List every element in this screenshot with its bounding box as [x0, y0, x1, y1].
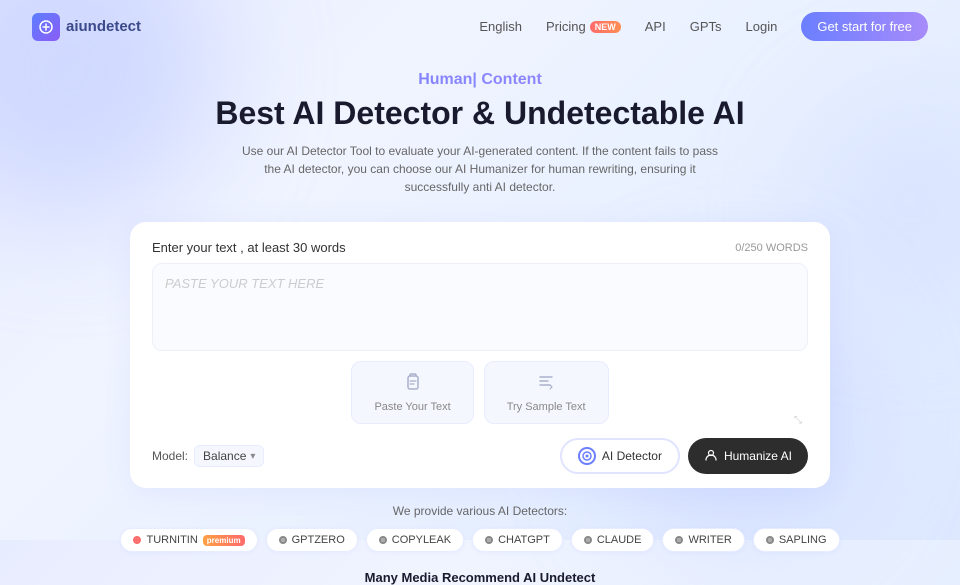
detectors-list: TURNITIN premium GPTZERO COPYLEAK CHATGP…	[20, 528, 940, 552]
copyleak-label: COPYLEAK	[392, 534, 451, 546]
word-count: 0/250 WORDS	[735, 242, 808, 254]
nav-pricing[interactable]: Pricing NEW	[546, 19, 621, 34]
claude-label: CLAUDE	[597, 534, 642, 546]
paste-text-label: Paste Your Text	[374, 401, 450, 413]
pricing-badge: NEW	[590, 21, 621, 33]
editor-card: Enter your text , at least 30 words 0/25…	[130, 222, 830, 488]
detectors-section: We provide various AI Detectors: TURNITI…	[0, 488, 960, 562]
nav-api[interactable]: API	[645, 19, 666, 34]
logo[interactable]: aiundetect	[32, 13, 141, 41]
logo-text: aiundetect	[66, 18, 141, 35]
action-buttons: AI Detector Humanize AI	[560, 438, 808, 474]
ai-detector-label: AI Detector	[602, 449, 662, 463]
detectors-title: We provide various AI Detectors:	[20, 504, 940, 518]
model-value: Balance	[203, 449, 246, 463]
detector-chip-chatgpt[interactable]: CHATGPT	[472, 528, 563, 552]
resize-handle: ⤡	[794, 415, 802, 426]
footer-promo: Many Media Recommend AI Undetect	[0, 562, 960, 585]
chatgpt-label: CHATGPT	[498, 534, 550, 546]
editor-label: Enter your text , at least 30 words	[152, 240, 346, 255]
card-header: Enter your text , at least 30 words 0/25…	[152, 240, 808, 255]
turnitin-label: TURNITIN	[146, 534, 197, 546]
footer-promo-text: Many Media Recommend AI Undetect	[365, 570, 596, 585]
chevron-down-icon: ▾	[250, 451, 255, 462]
paste-text-button[interactable]: Paste Your Text	[351, 361, 473, 424]
ai-detector-button[interactable]: AI Detector	[560, 438, 680, 474]
text-actions: Paste Your Text Try Sample Text	[152, 351, 808, 430]
humanize-label: Humanize AI	[724, 449, 792, 463]
turnitin-dot	[133, 536, 141, 544]
get-started-button[interactable]: Get start for free	[801, 12, 928, 41]
nav-gpts[interactable]: GPTs	[690, 19, 722, 34]
humanize-icon	[704, 448, 718, 465]
textarea-placeholder: PASTE YOUR TEXT HERE	[165, 276, 324, 291]
model-dropdown[interactable]: Balance ▾	[194, 445, 264, 467]
textarea-wrapper: PASTE YOUR TEXT HERE Paste Your Text	[152, 263, 808, 430]
hero-subtitle: Human| Content	[20, 71, 940, 89]
chatgpt-dot	[485, 536, 493, 544]
model-label: Model:	[152, 449, 188, 463]
detector-chip-claude[interactable]: CLAUDE	[571, 528, 655, 552]
paste-icon	[403, 372, 423, 397]
navbar: aiundetect English Pricing NEW API GPTs …	[0, 0, 960, 53]
model-selector: Model: Balance ▾	[152, 445, 264, 467]
sample-text-label: Try Sample Text	[507, 401, 586, 413]
card-footer: Model: Balance ▾ AI Detector	[152, 438, 808, 474]
detector-icon	[578, 447, 596, 465]
sapling-dot	[766, 536, 774, 544]
hero-section: Human| Content Best AI Detector & Undete…	[0, 53, 960, 222]
nav-links: English Pricing NEW API GPTs Login Get s…	[479, 12, 928, 41]
gptzero-dot	[279, 536, 287, 544]
detector-chip-copyleak[interactable]: COPYLEAK	[366, 528, 464, 552]
detector-chip-turnitin[interactable]: TURNITIN premium	[120, 528, 257, 552]
text-input-area[interactable]: PASTE YOUR TEXT HERE	[152, 263, 808, 351]
humanize-button[interactable]: Humanize AI	[688, 438, 808, 474]
gptzero-label: GPTZERO	[292, 534, 345, 546]
sample-icon	[536, 372, 556, 397]
writer-label: WRITER	[688, 534, 731, 546]
sapling-label: SAPLING	[779, 534, 827, 546]
detector-chip-sapling[interactable]: SAPLING	[753, 528, 840, 552]
copyleak-dot	[379, 536, 387, 544]
logo-icon	[32, 13, 60, 41]
nav-english[interactable]: English	[479, 19, 522, 34]
hero-title: Best AI Detector & Undetectable AI	[20, 95, 940, 132]
sample-text-button[interactable]: Try Sample Text	[484, 361, 609, 424]
detector-chip-gptzero[interactable]: GPTZERO	[266, 528, 358, 552]
turnitin-premium-badge: premium	[203, 535, 245, 546]
claude-dot	[584, 536, 592, 544]
hero-description: Use our AI Detector Tool to evaluate you…	[240, 142, 720, 196]
detector-chip-writer[interactable]: WRITER	[662, 528, 744, 552]
writer-dot	[675, 536, 683, 544]
nav-login[interactable]: Login	[746, 19, 778, 34]
